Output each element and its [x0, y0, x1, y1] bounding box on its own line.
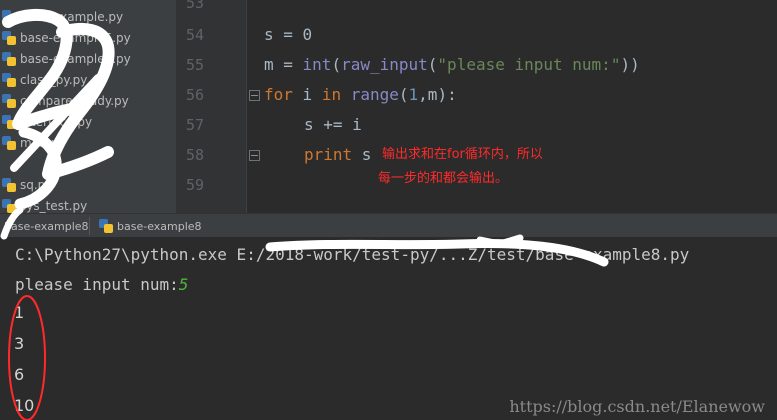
- code-string: "please input num:": [437, 55, 621, 74]
- console-user-input: 5: [178, 275, 189, 294]
- code-line[interactable]: s = 0: [264, 25, 312, 44]
- run-console[interactable]: C:\Python27\python.exe E:/2018-work/test…: [0, 237, 777, 420]
- tree-item-label: compare_study.py: [20, 93, 129, 108]
- console-output: 3: [14, 334, 25, 353]
- code-token: s += i: [304, 115, 362, 134]
- console-prompt: please input num:: [15, 275, 179, 294]
- tree-item[interactable]: base-example.py: [0, 6, 176, 27]
- code-token: (: [427, 55, 438, 74]
- run-tab-label: base-example8: [117, 219, 202, 233]
- line-number: 53: [185, 0, 204, 12]
- tree-item[interactable]: base-example5.py: [0, 27, 176, 48]
- code-token: range: [350, 85, 399, 104]
- tree-item[interactable]: compare_study.py: [0, 90, 176, 111]
- tree-item-label: base-example5.py: [20, 30, 131, 45]
- code-editor[interactable]: 53 54 55 56 57 58 59 s = 0 m = int(raw_i…: [176, 0, 777, 213]
- python-file-icon: [2, 9, 16, 24]
- code-keyword: print: [304, 145, 353, 164]
- tree-item-label: base-example.py: [20, 9, 124, 24]
- tree-item[interactable]: class_py.py: [0, 69, 176, 90]
- tree-item-label: interface.py: [20, 114, 93, 129]
- code-token: (: [398, 85, 409, 104]
- run-tab-label: base-example8: [4, 219, 89, 233]
- project-tree[interactable]: base-example.py base-example5.py base-ex…: [0, 0, 176, 213]
- tree-item-label: base-example8.py: [20, 51, 131, 66]
- python-file-icon: [99, 219, 113, 233]
- code-token: raw_input: [341, 55, 428, 74]
- tree-item[interactable]: sys_test.py: [0, 195, 176, 213]
- fold-marker-icon[interactable]: [249, 150, 260, 161]
- pycharm-window: base-example.py base-example5.py base-ex…: [0, 0, 777, 420]
- python-file-icon: [2, 198, 16, 213]
- tab-divider: [89, 217, 90, 235]
- code-token: s: [352, 145, 372, 164]
- line-number: 56: [185, 86, 204, 104]
- python-file-icon: [2, 177, 16, 192]
- python-file-icon: [2, 114, 16, 129]
- python-file-icon: [2, 135, 16, 150]
- python-file-icon: [2, 93, 16, 108]
- annotation-text: 输出求和在for循环内，所以: [382, 147, 543, 162]
- console-prompt-line: please input num:5: [15, 275, 188, 294]
- code-token: int: [302, 55, 332, 74]
- code-keyword: for: [264, 85, 293, 104]
- run-tab[interactable]: base-example8: [97, 214, 217, 238]
- run-tab-bar: base-example8 base-example8: [0, 213, 777, 238]
- console-output: 10: [14, 396, 35, 415]
- console-output: 1: [14, 303, 25, 322]
- code-line[interactable]: print s: [304, 145, 371, 164]
- code-number: 1: [408, 85, 419, 104]
- code-token: )): [620, 55, 640, 74]
- code-token: s = 0: [264, 25, 313, 44]
- code-keyword: in: [321, 85, 342, 104]
- python-file-icon: [2, 51, 16, 66]
- fold-marker-icon[interactable]: [249, 90, 260, 101]
- line-number: 59: [185, 176, 204, 194]
- annotation-text: 每一步的和都会输出。: [378, 171, 509, 186]
- line-number: 55: [185, 56, 204, 74]
- code-token: m =: [264, 55, 303, 74]
- code-token: i: [292, 85, 322, 104]
- code-token: ,m):: [418, 85, 457, 104]
- code-line[interactable]: m = int(raw_input("please input num:")): [264, 55, 640, 74]
- line-number: 58: [185, 146, 204, 164]
- tree-item-label: md5.py: [20, 135, 66, 150]
- line-number: 54: [185, 26, 204, 44]
- tree-item-label: sq.py: [20, 177, 53, 192]
- line-number: 57: [185, 116, 204, 134]
- code-token: (: [331, 55, 342, 74]
- code-line[interactable]: s += i: [304, 115, 362, 134]
- console-command-line: C:\Python27\python.exe E:/2018-work/test…: [15, 245, 690, 264]
- run-tab[interactable]: base-example8: [0, 214, 90, 238]
- python-file-icon: [2, 30, 16, 45]
- watermark: https://blog.csdn.net/Elanewow: [509, 397, 765, 416]
- tree-item-label: class_py.py: [20, 72, 88, 87]
- tree-item[interactable]: sq.py: [0, 174, 176, 195]
- console-output: 6: [14, 365, 25, 384]
- tree-item[interactable]: base-example8.py: [0, 48, 176, 69]
- line-number-gutter: 53 54 55 56 57 58 59: [176, 0, 247, 213]
- python-file-icon: [2, 72, 16, 87]
- code-line[interactable]: for i in range(1,m):: [264, 85, 457, 104]
- tree-item[interactable]: md5.py: [0, 132, 176, 153]
- tree-item[interactable]: interface.py: [0, 111, 176, 132]
- tree-item-label: sys_test.py: [20, 198, 88, 213]
